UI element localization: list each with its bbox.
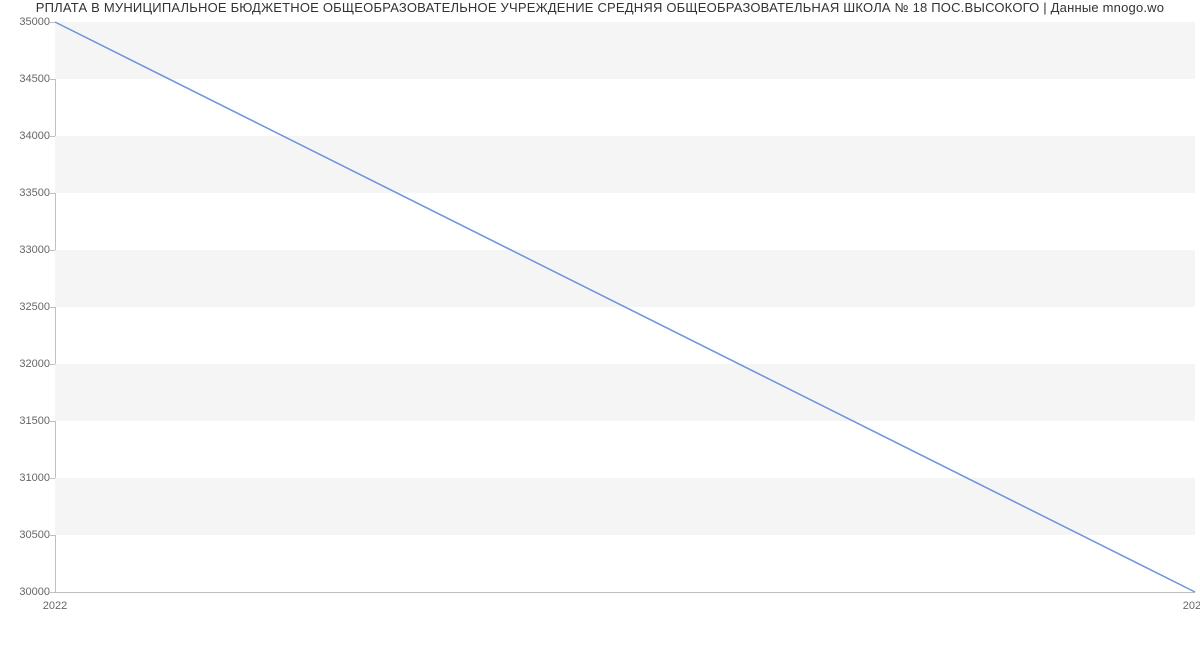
x-tick-label: 2023 [1183,600,1200,612]
y-tick-label: 35000 [5,16,50,28]
y-tick-label: 33000 [5,244,50,256]
y-tick-label: 30000 [5,586,50,598]
x-tick-label: 2022 [43,600,67,612]
y-tick-mark [50,79,55,80]
y-tick-mark [50,592,55,593]
chart-container: РПЛАТА В МУНИЦИПАЛЬНОЕ БЮДЖЕТНОЕ ОБЩЕОБР… [0,0,1200,650]
plot-area [55,22,1195,592]
y-tick-mark [50,22,55,23]
chart-title: РПЛАТА В МУНИЦИПАЛЬНОЕ БЮДЖЕТНОЕ ОБЩЕОБР… [0,0,1200,15]
y-tick-label: 32500 [5,301,50,313]
y-tick-mark [50,250,55,251]
y-tick-label: 32000 [5,358,50,370]
y-tick-mark [50,364,55,365]
y-tick-label: 34500 [5,73,50,85]
y-tick-label: 30500 [5,529,50,541]
x-axis-line [55,592,1195,593]
y-tick-label: 31500 [5,415,50,427]
y-tick-label: 34000 [5,130,50,142]
y-tick-mark [50,307,55,308]
y-tick-mark [50,421,55,422]
y-tick-label: 31000 [5,472,50,484]
series-line [55,22,1195,592]
y-tick-mark [50,535,55,536]
y-tick-mark [50,193,55,194]
line-series [55,22,1195,592]
y-tick-mark [50,136,55,137]
y-tick-label: 33500 [5,187,50,199]
y-tick-mark [50,478,55,479]
